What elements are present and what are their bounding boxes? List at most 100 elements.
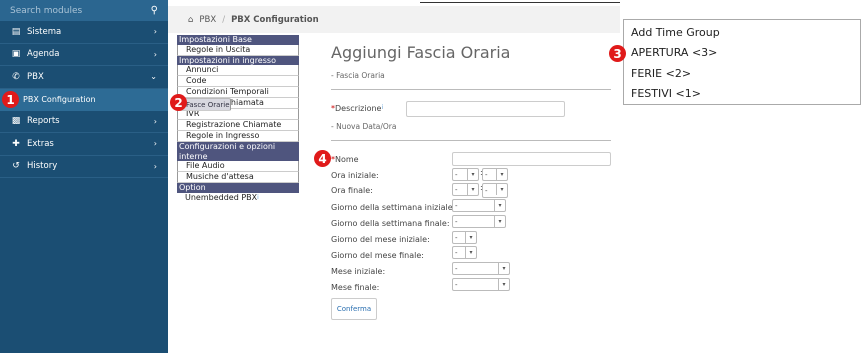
plus-icon: ✚ bbox=[12, 138, 20, 149]
sidebar-item-reports[interactable]: ▩ Reports › bbox=[0, 111, 168, 133]
giorno-mese-iniziale-select[interactable]: - ▾ bbox=[452, 231, 477, 244]
phone-icon: ✆ bbox=[12, 71, 20, 82]
select-value: - bbox=[455, 233, 458, 242]
select-value: - bbox=[455, 264, 458, 273]
ora-iniziale-label: Ora iniziale: bbox=[331, 171, 379, 180]
ora-iniziale-minute-select[interactable]: - ▾ bbox=[482, 168, 508, 181]
home-icon[interactable]: ⌂ bbox=[188, 15, 193, 25]
sidebar-item-label: Agenda bbox=[27, 49, 60, 60]
divider bbox=[331, 89, 611, 90]
nome-input[interactable] bbox=[452, 152, 611, 166]
sidebar-item-label: Sistema bbox=[27, 26, 62, 37]
menu-item-condizioni-temporali[interactable]: Condizioni Temporali bbox=[177, 87, 299, 98]
chevron-right-icon: › bbox=[153, 161, 157, 171]
laptop-icon: ▤ bbox=[11, 26, 21, 37]
giorno-mese-finale-label: Giorno del mese finale: bbox=[331, 251, 424, 260]
dropdown-option-add-time-group[interactable]: Add Time Group bbox=[631, 26, 720, 39]
dropdown-option-ferie[interactable]: FERIE <2> bbox=[631, 67, 691, 80]
descrizione-input[interactable] bbox=[406, 101, 565, 117]
breadcrumb: ⌂ PBX / PBX Configuration bbox=[168, 6, 620, 33]
mese-iniziale-label: Mese iniziale: bbox=[331, 267, 386, 276]
book-icon: ▣ bbox=[11, 49, 21, 60]
sidebar: ⚲ ▤ Sistema › ▣ Agenda › ✆ PBX ⌄ PBX Config… bbox=[0, 0, 168, 353]
bar-chart-icon: ▩ bbox=[11, 116, 21, 127]
time-group-dropdown: Add Time Group APERTURA <3> FERIE <2> FE… bbox=[623, 19, 861, 105]
sidebar-item-label: PBX bbox=[27, 71, 44, 82]
pbx-menu: Impostazioni Base Regole in Uscita Impos… bbox=[177, 35, 299, 203]
ora-finale-label: Ora finale: bbox=[331, 186, 373, 195]
chevron-down-icon: ⌄ bbox=[150, 72, 157, 82]
breadcrumb-current: PBX Configuration bbox=[231, 14, 319, 25]
step-badge-1: 1 bbox=[2, 91, 19, 108]
menu-header: Configurazioni e opzioni interne bbox=[177, 142, 299, 161]
menu-header: Impostazioni in ingresso bbox=[177, 55, 299, 65]
ora-iniziale-hour-select[interactable]: - ▾ bbox=[452, 168, 479, 181]
select-value: - bbox=[455, 248, 458, 257]
select-value: - bbox=[455, 280, 458, 289]
sidebar-item-pbx[interactable]: ✆ PBX ⌄ bbox=[0, 66, 168, 89]
sidebar-item-extras[interactable]: ✚ Extras › bbox=[0, 133, 168, 156]
divider bbox=[331, 140, 611, 141]
screen: ⚲ ▤ Sistema › ▣ Agenda › ✆ PBX ⌄ PBX Config… bbox=[0, 0, 864, 353]
menu-item-registrazione-chiamate[interactable]: Registrazione Chiamate bbox=[177, 120, 299, 131]
mese-finale-select[interactable]: - ▾ bbox=[452, 278, 510, 291]
chevron-down-icon: ▾ bbox=[467, 184, 478, 195]
chevron-down-icon: ▾ bbox=[465, 247, 476, 258]
ora-finale-minute-select[interactable]: - ▾ bbox=[482, 183, 508, 198]
giorno-sett-iniziale-select[interactable]: - ▾ bbox=[452, 199, 506, 212]
chevron-right-icon: › bbox=[153, 116, 157, 126]
giorno-mese-iniziale-label: Giorno del mese iniziale: bbox=[331, 235, 430, 244]
dropdown-option-festivi[interactable]: FESTIVI <1> bbox=[631, 87, 701, 100]
step-badge-3: 3 bbox=[609, 45, 626, 62]
dropdown-option-apertura[interactable]: APERTURA <3> bbox=[631, 46, 717, 59]
chevron-down-icon: ▾ bbox=[467, 169, 478, 180]
search-input[interactable] bbox=[10, 5, 130, 16]
menu-item-file-audio[interactable]: File Audio bbox=[177, 161, 299, 172]
menu-item-label: Unembedded PBX bbox=[185, 192, 258, 202]
menu-header: Option bbox=[177, 183, 299, 193]
chevron-down-icon: ▾ bbox=[496, 184, 507, 195]
menu-item-unembedded-pbx[interactable]: Unembedded PBXi bbox=[177, 192, 299, 203]
menu-item-regole-uscita[interactable]: Regole in Uscita bbox=[177, 44, 299, 56]
sidebar-item-history[interactable]: ↺ History › bbox=[0, 156, 168, 178]
chevron-right-icon: › bbox=[153, 49, 157, 59]
search-icon[interactable]: ⚲ bbox=[151, 5, 158, 16]
chevron-right-icon: › bbox=[153, 27, 157, 37]
mese-iniziale-select[interactable]: - ▾ bbox=[452, 262, 510, 275]
section-label: - Fascia Oraria bbox=[331, 71, 385, 80]
menu-item-regole-ingresso[interactable]: Regole in Ingresso bbox=[177, 131, 299, 142]
history-icon: ↺ bbox=[12, 161, 20, 172]
select-value: - bbox=[455, 185, 458, 194]
menu-item-annunci[interactable]: Annunci bbox=[177, 65, 299, 76]
label-text: Descrizione bbox=[335, 104, 382, 113]
search-bar: ⚲ bbox=[0, 0, 168, 21]
sidebar-item-agenda[interactable]: ▣ Agenda › bbox=[0, 44, 168, 66]
sidebar-item-pbx-configuration[interactable]: PBX Configuration bbox=[0, 88, 168, 111]
step-badge-4: 4 bbox=[314, 150, 331, 167]
label-text: Nome bbox=[335, 155, 359, 164]
section-label: - Nuova Data/Ora bbox=[331, 122, 397, 131]
ora-finale-hour-select[interactable]: - ▾ bbox=[452, 183, 479, 196]
sidebar-item-label: Reports bbox=[27, 116, 60, 127]
chevron-down-icon: ▾ bbox=[465, 232, 476, 243]
select-value: - bbox=[455, 201, 458, 210]
breadcrumb-separator: / bbox=[222, 14, 226, 25]
mese-finale-label: Mese finale: bbox=[331, 283, 380, 292]
nome-label: *Nome bbox=[331, 155, 359, 164]
sidebar-item-label: PBX Configuration bbox=[23, 95, 96, 104]
select-value: - bbox=[485, 170, 488, 179]
select-value: - bbox=[455, 170, 458, 179]
chevron-down-icon: ▾ bbox=[498, 263, 509, 274]
page-title: Aggiungi Fascia Oraria bbox=[331, 43, 511, 62]
sidebar-item-sistema[interactable]: ▤ Sistema › bbox=[0, 21, 168, 44]
giorno-mese-finale-select[interactable]: - ▾ bbox=[452, 246, 477, 259]
conferma-button[interactable]: Conferma bbox=[331, 298, 377, 320]
chevron-down-icon: ▾ bbox=[494, 200, 505, 211]
breadcrumb-pbx[interactable]: PBX bbox=[199, 15, 216, 25]
menu-item-code[interactable]: Code bbox=[177, 76, 299, 87]
chevron-right-icon: › bbox=[153, 139, 157, 149]
giorno-sett-finale-select[interactable]: - ▾ bbox=[452, 215, 506, 228]
menu-item-musiche-attesa[interactable]: Musiche d'attesa bbox=[177, 172, 299, 183]
sidebar-item-label: History bbox=[27, 161, 58, 172]
giorno-sett-iniziale-label: Giorno della settimana iniziale: bbox=[331, 203, 456, 212]
